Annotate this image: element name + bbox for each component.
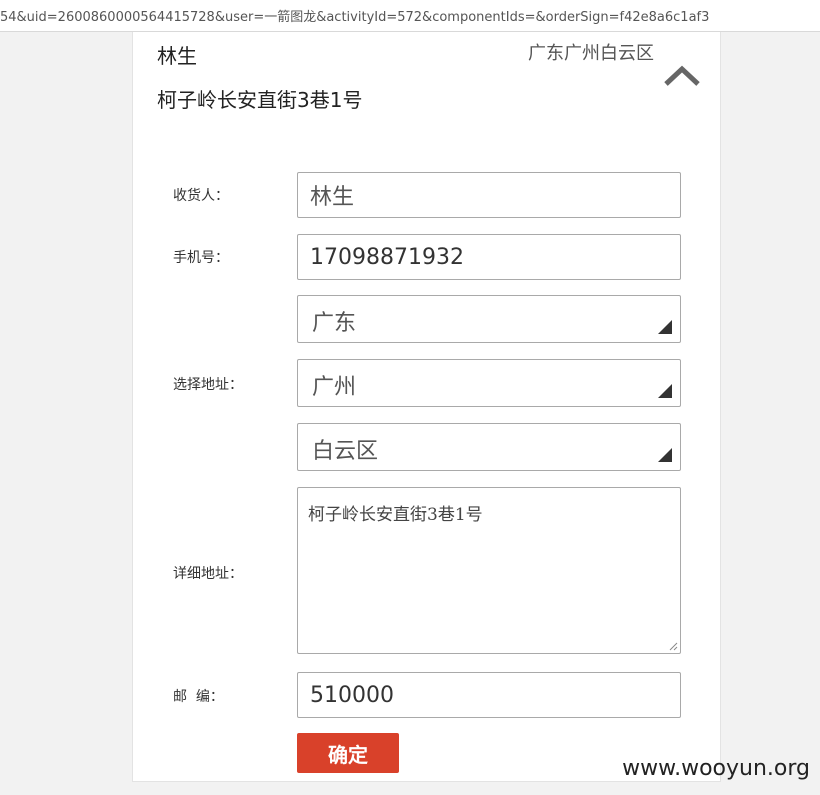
detail-address-value: 柯子岭长安直街3巷1号: [308, 505, 483, 525]
chevron-up-icon[interactable]: [662, 62, 702, 88]
district-value: 白云区: [312, 439, 379, 464]
dropdown-triangle-icon: [658, 320, 672, 334]
phone-input[interactable]: [297, 234, 681, 280]
dropdown-triangle-icon: [658, 448, 672, 462]
resize-grip-icon[interactable]: [669, 642, 678, 651]
detail-address-label: 详细地址：: [173, 566, 243, 582]
address-bar[interactable]: 54&uid=2600860000564415728&user=一箭图龙&act…: [0, 0, 820, 32]
phone-label: 手机号：: [173, 250, 229, 266]
confirm-button[interactable]: 确定: [297, 733, 399, 773]
dropdown-triangle-icon: [658, 384, 672, 398]
district-select[interactable]: 白云区: [297, 423, 681, 471]
address-form-card: 林生 广东广州白云区 柯子岭长安直街3巷1号 收货人： 手机号： 广东 选择地址…: [132, 32, 721, 782]
watermark-text: www.wooyun.org: [622, 756, 810, 781]
recipient-street: 柯子岭长安直街3巷1号: [157, 88, 363, 112]
address-label: 选择地址：: [173, 377, 243, 393]
zip-input[interactable]: [297, 672, 681, 718]
detail-address-textarea[interactable]: 柯子岭长安直街3巷1号: [297, 487, 681, 654]
recipient-region: 广东广州白云区: [528, 43, 654, 64]
recipient-input[interactable]: [297, 172, 681, 218]
recipient-label: 收货人：: [173, 188, 229, 204]
province-value: 广东: [312, 311, 357, 336]
province-select[interactable]: 广东: [297, 295, 681, 343]
city-select[interactable]: 广州: [297, 359, 681, 407]
recipient-name: 林生: [157, 44, 197, 68]
city-value: 广州: [312, 375, 357, 400]
zip-label: 邮 编：: [173, 689, 224, 705]
